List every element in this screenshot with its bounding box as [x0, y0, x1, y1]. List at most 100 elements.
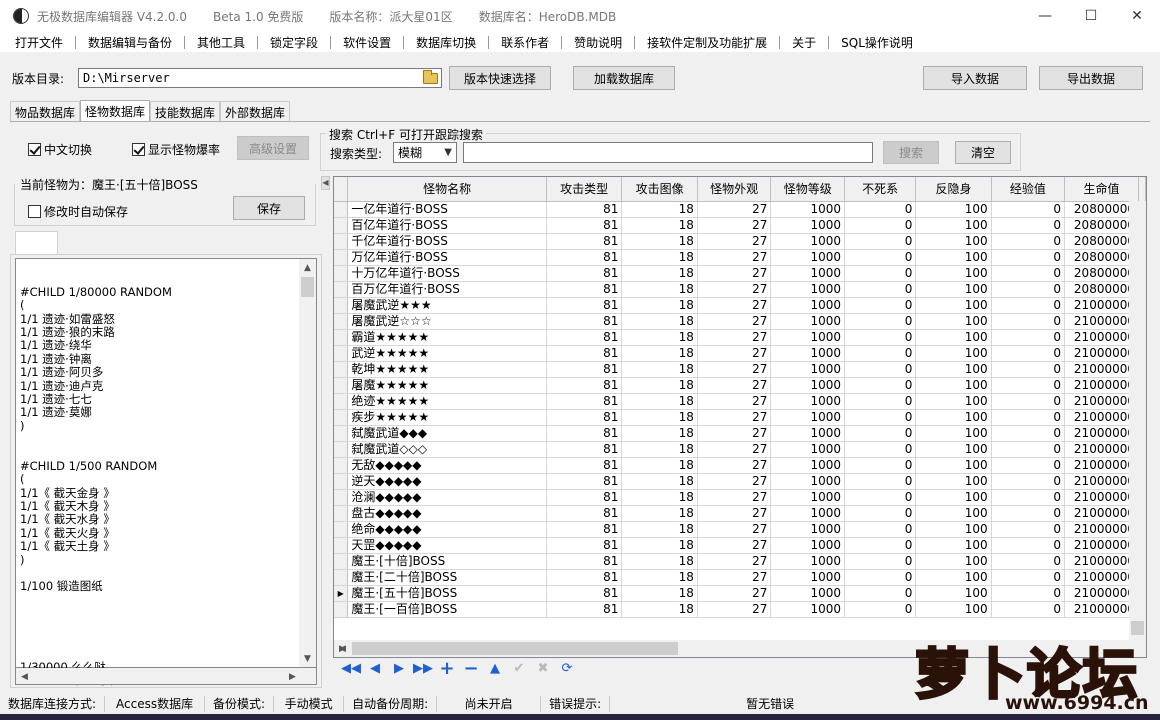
table-cell[interactable]: 27: [697, 489, 772, 506]
table-cell[interactable]: 18: [621, 569, 698, 586]
table-cell[interactable]: 0: [844, 409, 917, 426]
grid-vscrollbar[interactable]: ▼: [1129, 201, 1146, 655]
table-cell[interactable]: 100: [915, 441, 992, 458]
table-cell[interactable]: 100: [915, 521, 992, 538]
menu-item[interactable]: 数据库切换: [409, 34, 483, 51]
advanced-settings-button[interactable]: 高级设置: [237, 136, 309, 160]
table-cell[interactable]: 逆天◆◆◆◆◆: [347, 473, 547, 490]
table-row[interactable]: 盘古◆◆◆◆◆ 81 18 27 1000 0 100 0 21000000: [334, 505, 1146, 522]
table-cell[interactable]: 27: [697, 601, 772, 618]
row-indicator[interactable]: [334, 297, 349, 314]
table-row[interactable]: 疾步★★★★★ 81 18 27 1000 0 100 0 21000000: [334, 409, 1146, 426]
table-cell[interactable]: 21000000: [1064, 393, 1139, 410]
table-cell[interactable]: 18: [621, 521, 698, 538]
table-cell[interactable]: 18: [621, 345, 698, 362]
table-cell[interactable]: 27: [697, 457, 772, 474]
table-cell[interactable]: 0: [991, 361, 1066, 378]
table-cell[interactable]: 一亿年道行·BOSS: [347, 201, 547, 218]
row-indicator[interactable]: [334, 569, 349, 586]
table-row[interactable]: 弑魔武道◆◆◆ 81 18 27 1000 0 100 0 21000000: [334, 425, 1146, 442]
table-cell[interactable]: 0: [844, 345, 917, 362]
table-cell[interactable]: 100: [915, 233, 992, 250]
table-cell[interactable]: 0: [844, 585, 917, 602]
table-cell[interactable]: 81: [546, 425, 623, 442]
table-cell[interactable]: 21000000: [1064, 361, 1139, 378]
table-cell[interactable]: 0: [991, 569, 1066, 586]
table-cell[interactable]: 弑魔武道◇◇◇: [347, 441, 547, 458]
row-indicator[interactable]: [334, 217, 349, 234]
column-header[interactable]: 经验值: [991, 177, 1066, 202]
table-cell[interactable]: 0: [844, 601, 917, 618]
table-row[interactable]: 弑魔武道◇◇◇ 81 18 27 1000 0 100 0 21000000: [334, 441, 1146, 458]
current-row-icon[interactable]: ▶: [334, 585, 349, 602]
table-cell[interactable]: 0: [991, 217, 1066, 234]
table-cell[interactable]: 100: [915, 569, 992, 586]
table-cell[interactable]: 21000000: [1064, 473, 1139, 490]
menu-item[interactable]: 锁定字段: [263, 34, 325, 51]
menu-item[interactable]: SQL操作说明: [834, 34, 920, 51]
row-indicator[interactable]: [334, 361, 349, 378]
scroll-right-icon[interactable]: ▶: [334, 640, 351, 657]
table-cell[interactable]: 21000000: [1064, 441, 1139, 458]
scroll-thumb[interactable]: [301, 277, 314, 297]
table-cell[interactable]: 81: [546, 505, 623, 522]
table-row[interactable]: 绝命◆◆◆◆◆ 81 18 27 1000 0 100 0 21000000: [334, 521, 1146, 538]
table-cell[interactable]: 1000: [770, 457, 845, 474]
scroll-up-icon[interactable]: ▲: [299, 259, 316, 276]
table-cell[interactable]: 27: [697, 409, 772, 426]
table-cell[interactable]: 81: [546, 377, 623, 394]
table-cell[interactable]: 魔王·[五十倍]BOSS: [347, 585, 547, 602]
table-cell[interactable]: 100: [915, 201, 992, 218]
table-cell[interactable]: 20800000: [1064, 249, 1139, 266]
table-cell[interactable]: 1000: [770, 249, 845, 266]
table-row[interactable]: 千亿年道行·BOSS 81 18 27 1000 0 100 0 20800000: [334, 233, 1146, 250]
maximize-icon[interactable]: ☐: [1068, 0, 1114, 32]
table-cell[interactable]: 无敌◆◆◆◆◆: [347, 457, 547, 474]
table-cell[interactable]: 绝命◆◆◆◆◆: [347, 521, 547, 538]
autosave-checkbox[interactable]: 修改时自动保存: [28, 203, 128, 220]
editor-scrollbar[interactable]: ▲ ▼: [299, 259, 316, 667]
table-cell[interactable]: 0: [991, 409, 1066, 426]
table-cell[interactable]: 21000000: [1064, 537, 1139, 554]
table-cell[interactable]: 27: [697, 297, 772, 314]
show-drop-rate-checkbox[interactable]: 显示怪物爆率: [132, 141, 220, 158]
row-indicator[interactable]: [334, 537, 349, 554]
table-cell[interactable]: 18: [621, 233, 698, 250]
table-cell[interactable]: 0: [991, 201, 1066, 218]
menu-item[interactable]: 其他工具: [190, 34, 252, 51]
cancel-record-icon[interactable]: ✖: [532, 657, 554, 679]
table-row[interactable]: 万亿年道行·BOSS 81 18 27 1000 0 100 0 20800000: [334, 249, 1146, 266]
table-cell[interactable]: 18: [621, 473, 698, 490]
table-cell[interactable]: 18: [621, 425, 698, 442]
table-cell[interactable]: 0: [844, 361, 917, 378]
row-indicator[interactable]: [334, 601, 349, 618]
table-cell[interactable]: 100: [915, 585, 992, 602]
table-row[interactable]: 霸道★★★★★ 81 18 27 1000 0 100 0 21000000: [334, 329, 1146, 346]
next-record-icon[interactable]: ▶: [388, 657, 410, 679]
table-cell[interactable]: 21000000: [1064, 585, 1139, 602]
editor-tab[interactable]: [15, 231, 58, 255]
table-cell[interactable]: 100: [915, 473, 992, 490]
row-indicator[interactable]: [334, 249, 349, 266]
table-cell[interactable]: 100: [915, 297, 992, 314]
column-header[interactable]: 怪物名称: [347, 177, 547, 202]
table-cell[interactable]: 1000: [770, 393, 845, 410]
table-cell[interactable]: 21000000: [1064, 601, 1139, 618]
table-cell[interactable]: 1000: [770, 329, 845, 346]
table-cell[interactable]: 0: [991, 537, 1066, 554]
table-cell[interactable]: 万亿年道行·BOSS: [347, 249, 547, 266]
row-indicator[interactable]: [334, 313, 349, 330]
table-cell[interactable]: 18: [621, 393, 698, 410]
export-button[interactable]: 导出数据: [1039, 66, 1143, 90]
table-cell[interactable]: 0: [844, 537, 917, 554]
row-indicator[interactable]: [334, 329, 349, 346]
table-cell[interactable]: 0: [844, 217, 917, 234]
table-cell[interactable]: 100: [915, 281, 992, 298]
table-cell[interactable]: 18: [621, 361, 698, 378]
table-cell[interactable]: 81: [546, 201, 623, 218]
table-cell[interactable]: 0: [844, 265, 917, 282]
table-cell[interactable]: 100: [915, 313, 992, 330]
table-cell[interactable]: 百万亿年道行·BOSS: [347, 281, 547, 298]
table-cell[interactable]: 27: [697, 217, 772, 234]
table-cell[interactable]: 21000000: [1064, 521, 1139, 538]
